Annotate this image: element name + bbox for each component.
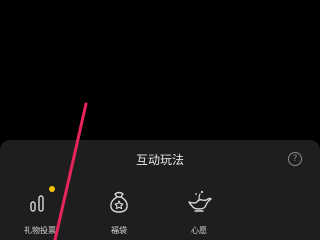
panel-title: 互动玩法 <box>135 153 184 167</box>
lucky-bag-button[interactable]: 福袋 <box>89 188 149 238</box>
help-icon[interactable]: ? <box>288 152 302 166</box>
wish-label: 心愿 <box>191 226 207 235</box>
notification-dot <box>49 186 55 192</box>
magic-lamp-icon <box>188 190 212 212</box>
interactive-play-panel: 互动玩法 ? 礼物投票 福袋 心愿 <box>0 140 320 240</box>
lucky-bag-icon <box>110 191 128 213</box>
screen: 互动玩法 ? 礼物投票 福袋 心愿 <box>0 0 320 240</box>
gift-vote-label: 礼物投票 <box>24 226 56 235</box>
lucky-bag-label: 福袋 <box>111 226 127 235</box>
gift-vote-button[interactable]: 礼物投票 <box>10 186 70 238</box>
bar-chart-icon <box>30 195 44 212</box>
wish-button[interactable]: 心愿 <box>169 188 229 238</box>
